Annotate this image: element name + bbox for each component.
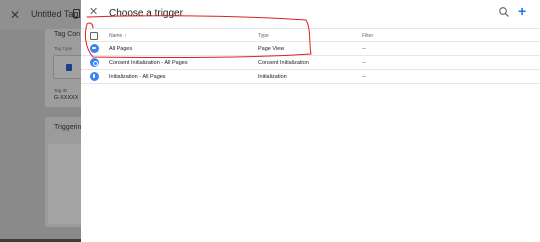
sort-arrow-icon: ↑ [124,33,127,39]
trigger-type: Initialization [258,74,287,80]
column-header-name[interactable]: Name ↑ [109,29,127,43]
trigger-filter: -- [362,60,366,66]
triggering-box[interactable] [48,144,85,224]
trigger-type: Consent Initialization [258,60,309,66]
pageview-icon [90,44,99,53]
trigger-filter: -- [362,46,366,52]
tag-type-label: Tag Type [54,46,73,51]
column-header-filter[interactable]: Filter [362,29,373,43]
add-icon[interactable]: + [518,4,526,18]
trigger-filter: -- [362,74,366,80]
tag-id-value: G-XXXXX [54,95,79,101]
choose-trigger-panel: ✕ Choose a trigger + Name ↑ Type Filter A… [81,0,540,242]
trigger-type: Page View [258,46,285,52]
table-header: Name ↑ Type Filter [81,28,540,42]
select-all-checkbox[interactable] [90,32,98,40]
tag-type-icon [66,64,72,71]
column-header-name-label: Name [109,33,123,39]
table-row[interactable]: Consent Initialization - All Pages Conse… [81,56,540,70]
tag-type-box[interactable] [53,55,83,79]
tag-title[interactable]: Untitled Tag [31,9,78,19]
panel-title: Choose a trigger [109,8,183,19]
triggering-title: Triggerin [54,124,82,131]
trigger-name[interactable]: All Pages [109,42,132,56]
column-header-type[interactable]: Type [258,29,269,43]
initialization-icon [90,72,99,81]
consent-icon [90,58,99,67]
folder-icon[interactable] [73,9,80,18]
close-icon[interactable]: ✕ [10,8,20,22]
trigger-name[interactable]: Initialization - All Pages [109,70,166,84]
panel-header: ✕ Choose a trigger + [81,0,540,28]
tag-id-label: Tag ID [54,88,68,93]
tag-configuration-title: Tag Con [54,31,81,38]
trigger-table: Name ↑ Type Filter All Pages Page View --… [81,28,540,84]
table-row[interactable]: All Pages Page View -- [81,42,540,56]
table-row[interactable]: Initialization - All Pages Initializatio… [81,70,540,84]
trigger-name[interactable]: Consent Initialization - All Pages [109,56,188,70]
close-icon[interactable]: ✕ [89,7,98,18]
search-icon[interactable] [498,6,510,18]
